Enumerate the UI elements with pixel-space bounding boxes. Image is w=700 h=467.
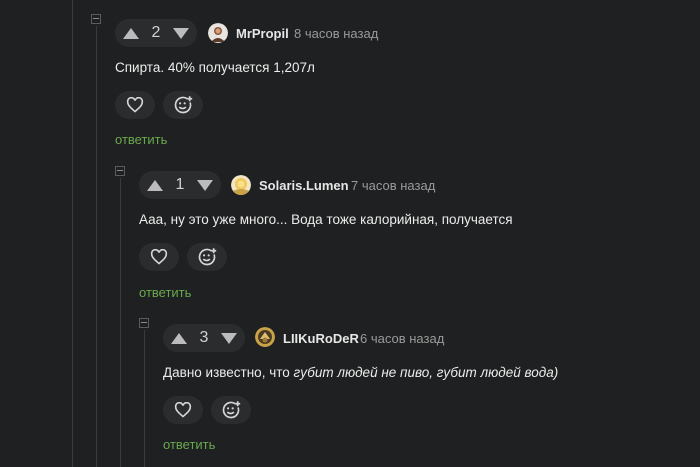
emoji-add-icon [174, 96, 193, 114]
add-reaction-button[interactable] [211, 396, 251, 424]
thread-line [96, 26, 97, 467]
thread-line [120, 178, 121, 467]
author-name[interactable]: MrPropil [236, 26, 289, 41]
comment-text: Спирта. 40% получается 1,207л [115, 60, 315, 75]
emoji-add-icon [198, 248, 217, 266]
vote-control: 1 [139, 171, 221, 199]
arrow-up-icon[interactable] [147, 179, 163, 191]
collapse-icon[interactable] [115, 166, 125, 176]
arrow-down-icon[interactable] [197, 179, 213, 191]
comment-text-plain: Давно известно, что [163, 365, 294, 380]
vote-count: 1 [175, 176, 185, 193]
reply-link[interactable]: ответить [163, 437, 215, 452]
reply-link[interactable]: ответить [139, 285, 191, 300]
comment-text: Давно известно, что губит людей не пиво,… [163, 365, 558, 380]
author-name[interactable]: LIIKuRoDeR [283, 331, 359, 346]
avatar[interactable] [208, 23, 228, 43]
add-reaction-button[interactable] [187, 243, 227, 271]
vote-control: 2 [115, 19, 197, 47]
avatar[interactable] [255, 327, 275, 347]
heart-icon [150, 249, 168, 265]
collapse-icon[interactable] [91, 14, 101, 24]
heart-icon [174, 402, 192, 418]
comment-text: Ааа, ну это уже много... Вода тоже калор… [139, 212, 513, 227]
like-button[interactable] [139, 243, 179, 271]
reply-link[interactable]: ответить [115, 132, 167, 147]
arrow-up-icon[interactable] [171, 332, 187, 344]
add-reaction-button[interactable] [163, 91, 203, 119]
like-button[interactable] [115, 91, 155, 119]
vote-count: 2 [151, 24, 161, 41]
collapse-icon[interactable] [139, 318, 149, 328]
like-button[interactable] [163, 396, 203, 424]
timestamp[interactable]: 6 часов назад [360, 331, 444, 346]
vote-control: 3 [163, 324, 245, 352]
avatar[interactable] [231, 175, 251, 195]
thread-line [72, 0, 73, 467]
author-name[interactable]: Solaris.Lumen [259, 178, 349, 193]
arrow-down-icon[interactable] [173, 27, 189, 39]
emoji-add-icon [222, 401, 241, 419]
arrow-up-icon[interactable] [123, 27, 139, 39]
timestamp[interactable]: 7 часов назад [351, 178, 435, 193]
timestamp[interactable]: 8 часов назад [294, 26, 378, 41]
vote-count: 3 [199, 329, 209, 346]
heart-icon [126, 97, 144, 113]
comment-text-italic: губит людей не пиво, губит людей вода) [293, 365, 559, 380]
arrow-down-icon[interactable] [221, 332, 237, 344]
thread-line [144, 330, 145, 467]
